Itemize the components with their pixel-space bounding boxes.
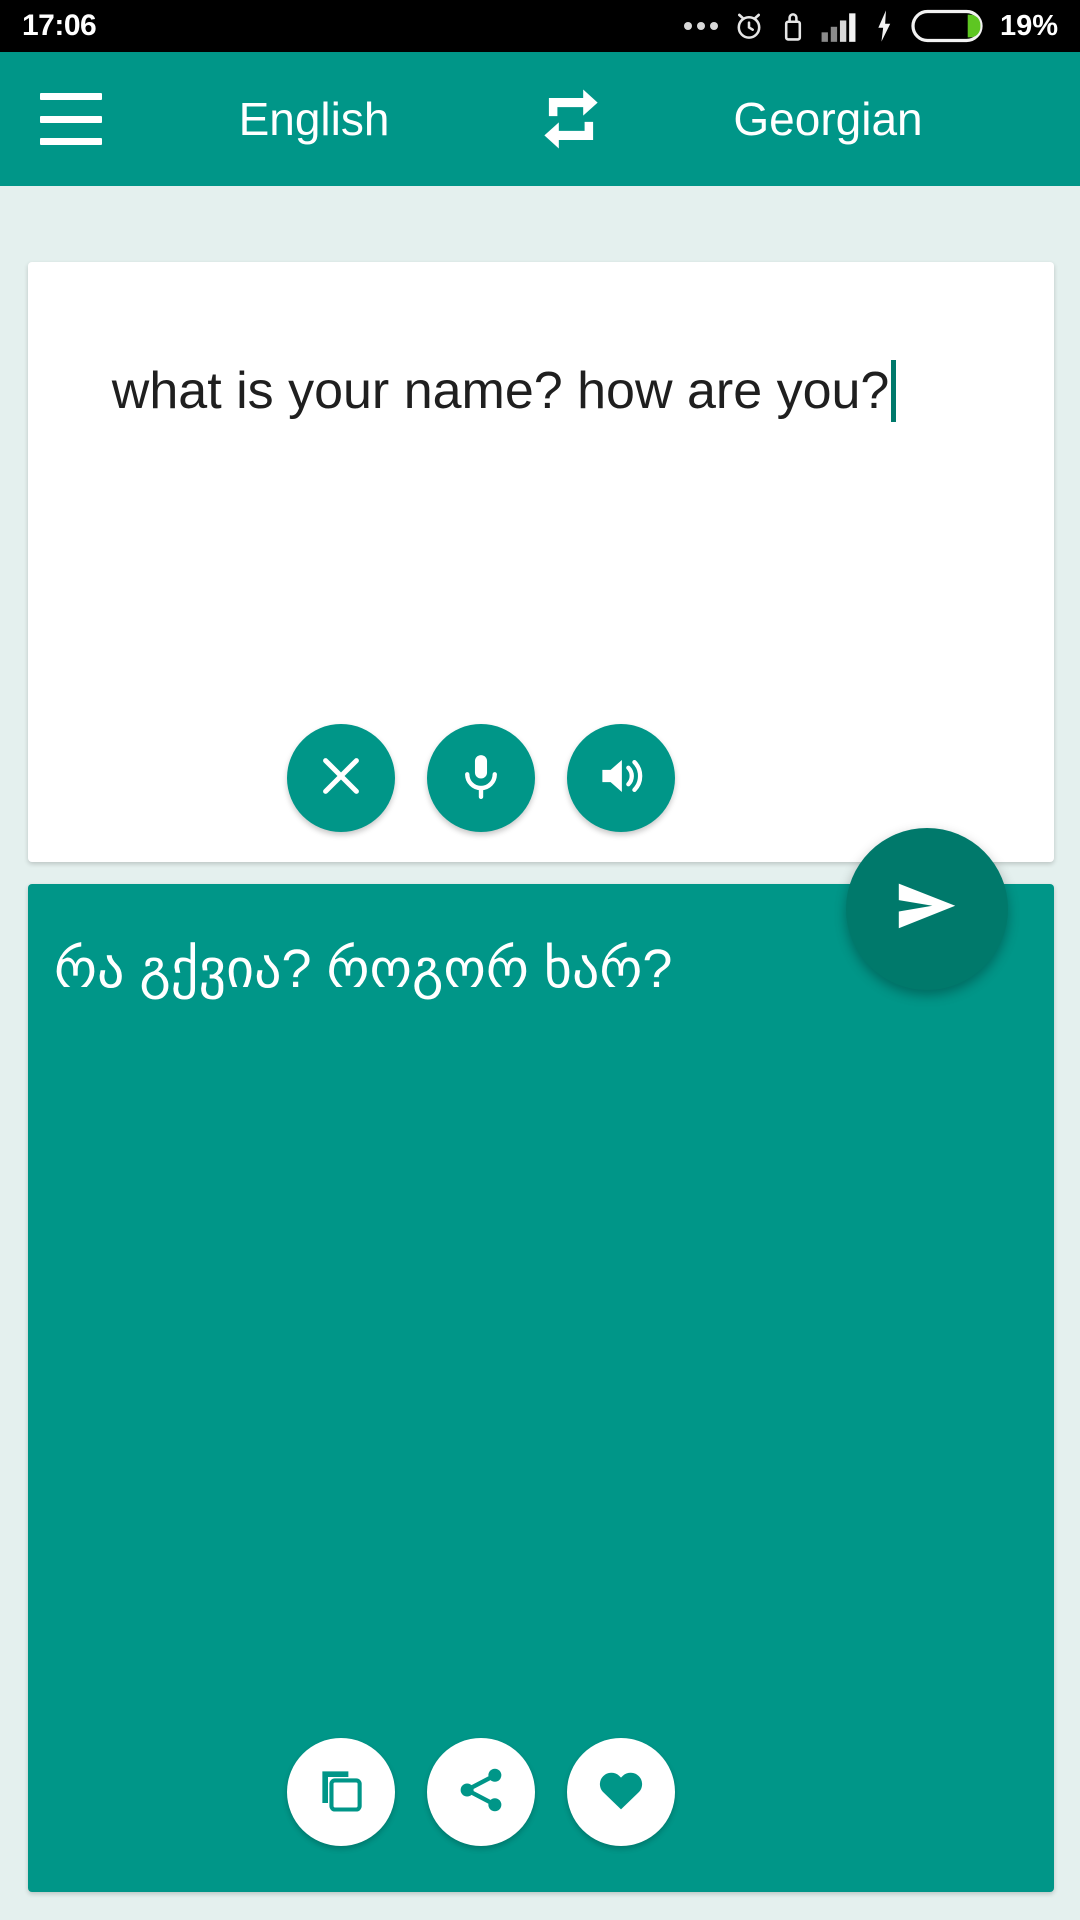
target-text-card: რა გქვია? როგორ ხარ?	[28, 884, 1054, 1892]
target-language-selector[interactable]: Georgian	[606, 92, 1050, 146]
copy-button[interactable]	[287, 1738, 395, 1846]
heart-icon	[594, 1763, 648, 1822]
alarm-clock-icon	[732, 9, 766, 43]
status-bar-clock: 17:06	[22, 9, 97, 42]
share-icon	[455, 1764, 507, 1821]
text-cursor	[891, 360, 897, 422]
usb-lock-icon	[780, 9, 806, 43]
target-action-bar	[28, 1738, 1054, 1846]
share-button[interactable]	[427, 1738, 535, 1846]
speak-source-button[interactable]	[567, 724, 675, 832]
send-icon	[891, 871, 963, 948]
battery-icon	[910, 9, 984, 43]
send-button[interactable]	[846, 828, 1008, 990]
speaker-icon	[595, 750, 647, 807]
mic-button[interactable]	[427, 724, 535, 832]
status-bar: 17:06 19%	[0, 0, 1080, 52]
microphone-icon	[456, 751, 506, 806]
battery-percent-label: 19%	[999, 9, 1058, 42]
clear-button[interactable]	[287, 724, 395, 832]
status-bar-icons: 19%	[683, 9, 1058, 43]
copy-icon	[315, 1764, 367, 1821]
swap-languages-icon[interactable]	[536, 84, 606, 154]
source-text-value: what is your name? how are you?	[111, 362, 890, 420]
close-x-icon	[316, 751, 366, 806]
signal-bars-icon	[820, 10, 858, 42]
more-dots-icon	[683, 22, 718, 30]
app-bar: English Georgian	[0, 52, 1080, 186]
source-text-input[interactable]: what is your name? how are you?	[54, 294, 1028, 489]
source-text-card: what is your name? how are you?	[28, 262, 1054, 862]
favorite-button[interactable]	[567, 1738, 675, 1846]
source-action-bar	[28, 724, 1054, 832]
charging-bolt-icon	[872, 9, 896, 43]
source-language-selector[interactable]: English	[92, 92, 536, 146]
